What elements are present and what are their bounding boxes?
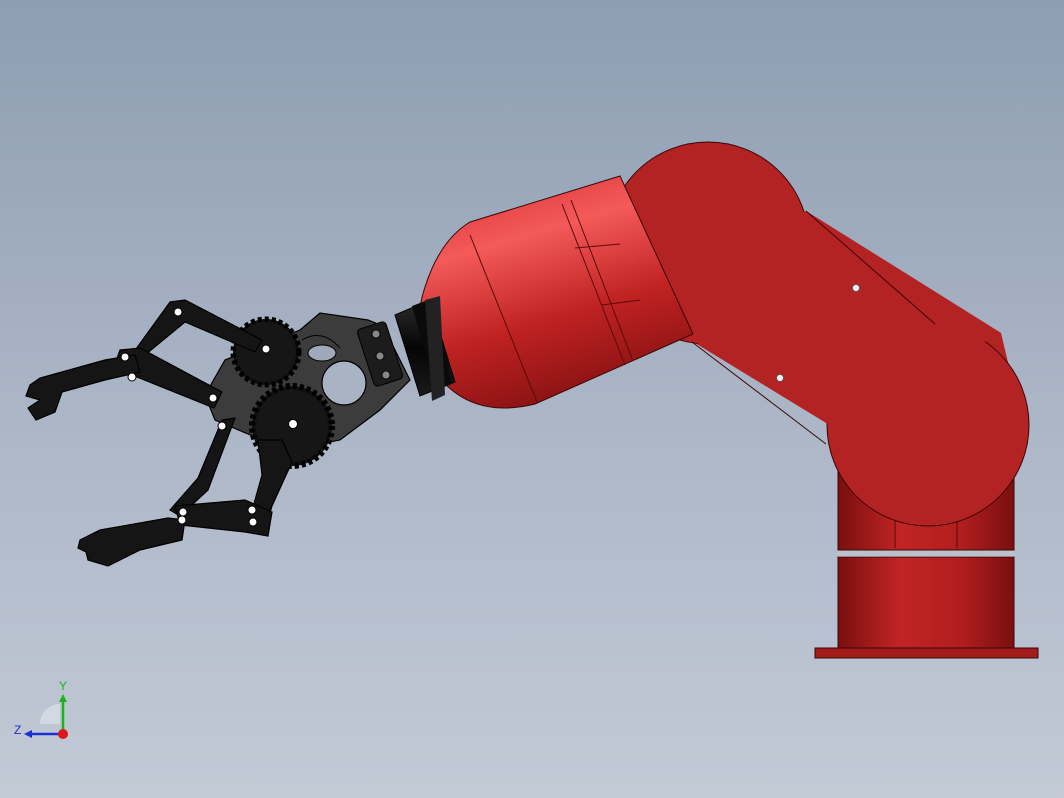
y-axis-label: Y xyxy=(59,679,67,693)
arm-screw-icon xyxy=(776,374,784,382)
orientation-triad[interactable]: Y Z xyxy=(10,676,74,746)
z-axis-label: Z xyxy=(14,723,21,737)
z-axis-arrowhead-icon xyxy=(24,730,32,738)
x-axis-dot-icon xyxy=(58,729,68,739)
plate-hole xyxy=(321,360,367,406)
upper-gear[interactable] xyxy=(230,316,302,388)
lower-gripper-finger[interactable] xyxy=(77,417,293,567)
3d-viewport[interactable]: Y Z xyxy=(0,0,1064,798)
y-axis-arrowhead-icon xyxy=(59,694,67,702)
arm-screw-icon xyxy=(852,284,860,292)
robot-arm-model[interactable] xyxy=(0,0,1064,798)
triad-arc xyxy=(40,704,60,724)
